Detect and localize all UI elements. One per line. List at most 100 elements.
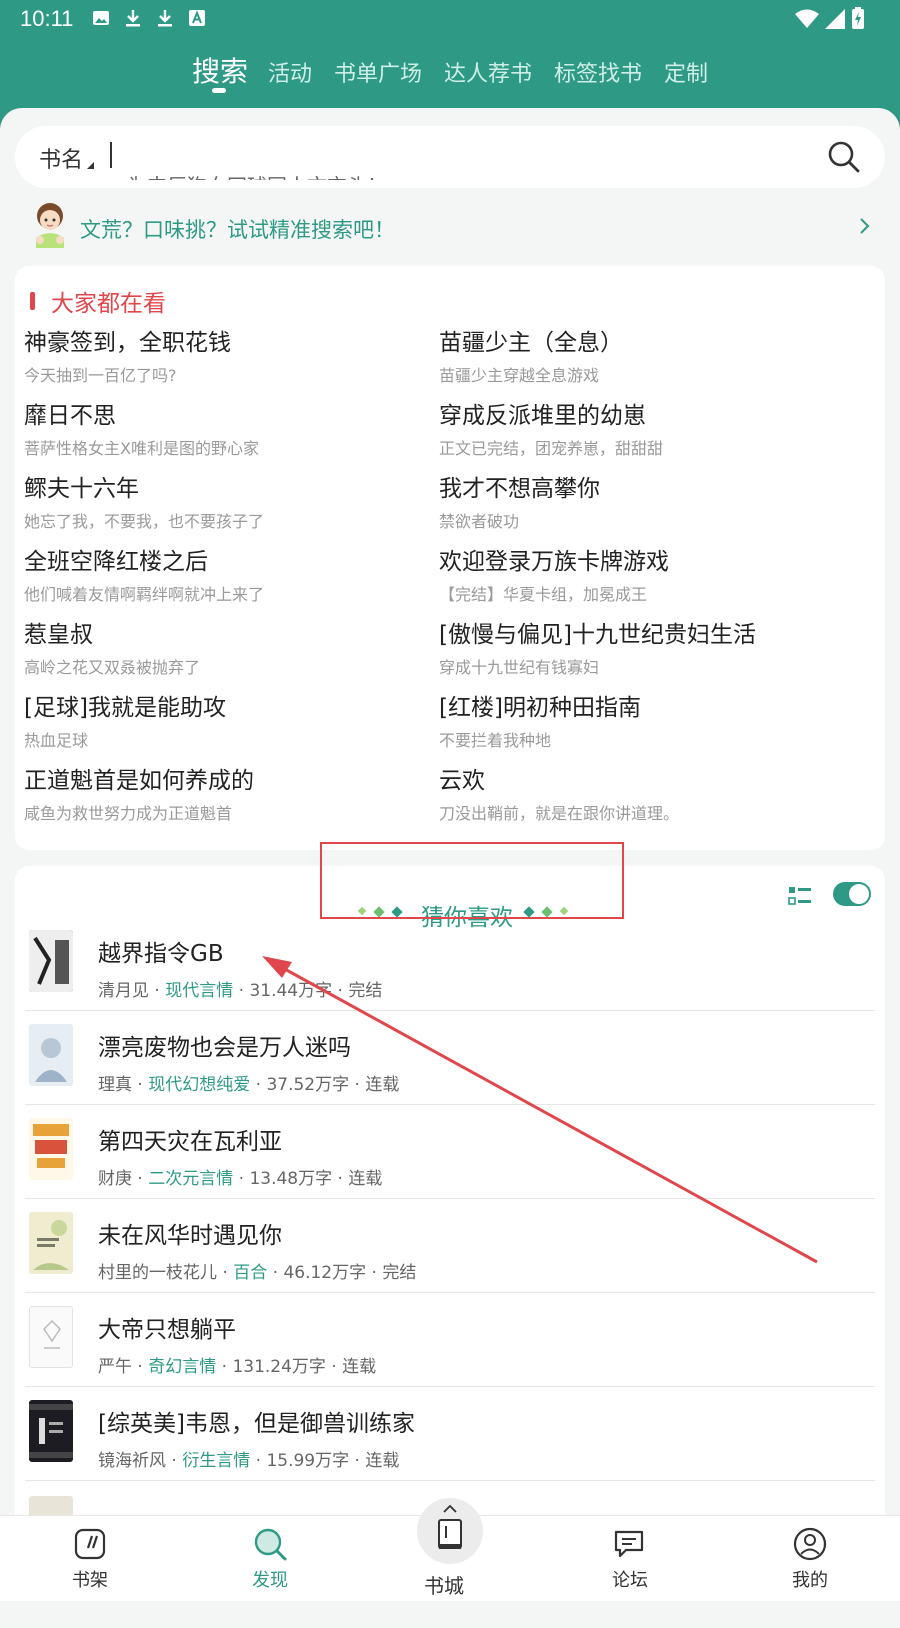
book-title: 未在风华时遇见你 <box>98 1223 282 1249</box>
book-meta: 村里的一枝花儿 · 百合 · 46.12万字 · 完结 <box>98 1263 417 1283</box>
book-status: 完结 <box>348 981 383 1001</box>
cover-art-icon <box>29 1118 73 1180</box>
discover-search-icon <box>254 1528 287 1561</box>
search-input[interactable]: 为丰巨狗血网球同人文交头！ <box>127 166 387 180</box>
precise-search-banner[interactable]: 文荒？口味挑？试试精准搜索吧！ <box>30 200 880 256</box>
text-cursor <box>110 142 112 168</box>
list-view-icon[interactable] <box>788 885 812 907</box>
book-genre[interactable]: 奇幻言情 <box>148 1357 216 1377</box>
tab-custom[interactable]: 定制 <box>664 56 708 88</box>
mascot-avatar-icon <box>36 203 64 248</box>
search-icon[interactable] <box>825 138 863 176</box>
search-category-select[interactable]: 书名 <box>39 142 83 174</box>
nav-bookstore-button[interactable] <box>417 1498 483 1564</box>
book-list-item[interactable]: [综英美]韦恩，但是御兽训练家 镜海祈风 · 衍生言情 · 15.99万字 · … <box>25 1386 875 1481</box>
popular-item-subtitle: 咸鱼为救世努力成为正道魁首 <box>24 804 233 823</box>
search-bar[interactable]: 书名 为丰巨狗血网球同人文交头！ <box>15 126 885 188</box>
tab-search[interactable]: 搜索 <box>192 50 248 90</box>
popular-item[interactable]: [傲慢与偏见]十九世纪贵妇生活 穿成十九世纪有钱寡妇 <box>439 620 849 684</box>
book-genre[interactable]: 衍生言情 <box>182 1451 250 1471</box>
popular-item[interactable]: 全班空降红楼之后他们喊着友情啊羁绊啊就冲上来了 <box>24 547 434 611</box>
popular-item[interactable]: [足球]我就是能助攻 热血足球 <box>24 693 434 757</box>
nav-bookshelf[interactable]: 书架 <box>45 1526 135 1598</box>
popular-item-title: [红楼]明初种田指南 <box>439 695 641 721</box>
tab-expert-recommend[interactable]: 达人荐书 <box>444 56 532 88</box>
book-genre[interactable]: 二次元言情 <box>148 1169 233 1189</box>
book-cover <box>29 1400 73 1462</box>
tab-activity[interactable]: 活动 <box>268 56 312 88</box>
popular-item[interactable]: 惹皇叔高岭之花又双叒被抛弃了 <box>24 620 434 684</box>
wifi-icon <box>795 9 819 28</box>
book-cover-partial <box>29 1496 73 1515</box>
popular-item[interactable]: 鳏夫十六年 她忘了我，不要我，也不要孩子了 <box>24 474 434 538</box>
popular-item-subtitle: 菩萨性格女主X唯利是图的野心家 <box>24 439 259 458</box>
popular-item-title: 正道魁首是如何养成的 <box>24 768 254 794</box>
tab-tag-search[interactable]: 标签找书 <box>554 56 642 88</box>
toggle-knob <box>849 884 869 904</box>
cover-art-icon <box>29 930 73 992</box>
book-list-item[interactable]: 第四天灾在瓦利亚 财庚 · 二次元言情 · 13.48万字 · 连载 <box>25 1104 875 1199</box>
gallery-icon <box>93 11 109 25</box>
popular-item-title: 惹皇叔 <box>24 622 93 648</box>
book-author: 村里的一枝花儿 <box>98 1263 217 1283</box>
popular-item[interactable]: [红楼]明初种田指南不要拦着我种地 <box>439 693 849 757</box>
book-title: 越界指令GB <box>98 941 224 967</box>
popular-item-title: 鳏夫十六年 <box>24 476 139 502</box>
battery-charging-icon <box>852 7 864 29</box>
book-list-item[interactable]: 未在风华时遇见你 村里的一枝花儿 · 百合 · 46.12万字 · 完结 <box>25 1198 875 1293</box>
cover-art-icon <box>29 1212 73 1274</box>
book-list-item[interactable]: 漂亮废物也会是万人迷吗 理真 · 现代幻想纯爱 · 37.52万字 · 连载 <box>25 1010 875 1105</box>
book-word-count: 37.52万字 <box>266 1075 350 1095</box>
nav-bookstore-label: 书城 <box>424 1574 464 1598</box>
nav-profile[interactable]: 我的 <box>765 1526 855 1598</box>
section-marker <box>30 292 35 310</box>
popular-item-title: 全班空降红楼之后 <box>24 549 208 575</box>
book-genre[interactable]: 现代幻想纯爱 <box>148 1075 250 1095</box>
layout-toggle-switch[interactable] <box>833 882 871 906</box>
popular-item[interactable]: 我才不想高攀你 禁欲者破功 <box>439 474 849 538</box>
popular-item-subtitle: 高岭之花又双叒被抛弃了 <box>24 658 201 677</box>
popular-item-subtitle: 今天抽到一百亿了吗? <box>24 366 177 385</box>
status-bar: 10:11 <box>0 0 900 38</box>
book-genre[interactable]: 百合 <box>233 1263 267 1283</box>
book-meta: 理真 · 现代幻想纯爱 · 37.52万字 · 连载 <box>98 1075 400 1095</box>
book-cover <box>29 1212 73 1274</box>
nav-discover[interactable]: 发现 <box>225 1526 315 1598</box>
chevron-up-icon <box>443 1504 457 1513</box>
book-genre[interactable]: 现代言情 <box>165 981 233 1001</box>
popular-item-title: 靡日不思 <box>24 403 116 429</box>
book-title: 漂亮废物也会是万人迷吗 <box>98 1035 351 1061</box>
book-cover <box>29 1118 73 1180</box>
popular-item[interactable]: 欢迎登录万族卡牌游戏 【完结】华夏卡组，加冕成王 <box>439 547 849 611</box>
popular-item[interactable]: 穿成反派堆里的幼崽 正文已完结，团宠养崽，甜甜甜 <box>439 401 849 465</box>
popular-section: 大家都在看 神豪签到，全职花钱 今天抽到一百亿了吗? 苗疆少主（全息） 苗疆少主穿越… <box>15 266 885 850</box>
nav-forum[interactable]: 论坛 <box>585 1526 675 1598</box>
book-title: [综英美]韦恩，但是御兽训练家 <box>98 1411 415 1437</box>
download-icon-2 <box>158 10 172 27</box>
popular-item[interactable]: 神豪签到，全职花钱 今天抽到一百亿了吗? <box>24 328 434 392</box>
popular-item-subtitle: 他们喊着友情啊羁绊啊就冲上来了 <box>24 585 265 604</box>
popular-section-title: 大家都在看 <box>51 291 166 317</box>
popular-item-subtitle: 热血足球 <box>24 731 89 750</box>
dropdown-triangle-icon <box>87 162 94 169</box>
book-meta: 清月见 · 现代言情 · 31.44万字 · 完结 <box>98 981 383 1001</box>
book-list-item[interactable]: 越界指令GB 清月见 · 现代言情 · 31.44万字 · 完结 <box>25 916 875 1011</box>
nav-label: 书架 <box>72 1570 108 1591</box>
chevron-right-icon <box>860 218 870 234</box>
popular-item-subtitle: 刀没出鞘前，就是在跟你讲道理。 <box>439 804 680 823</box>
book-list-item[interactable]: 大帝只想躺平 严午 · 奇幻言情 · 131.24万字 · 连载 <box>25 1292 875 1387</box>
nav-label: 发现 <box>252 1570 288 1591</box>
cover-art-icon <box>30 1307 72 1367</box>
popular-item-subtitle: 不要拦着我种地 <box>439 731 552 750</box>
cover-art-icon <box>29 1400 73 1462</box>
book-word-count: 46.12万字 <box>283 1263 367 1283</box>
popular-item[interactable]: 苗疆少主（全息） 苗疆少主穿越全息游戏 <box>439 328 849 392</box>
book-author: 严午 <box>98 1357 132 1377</box>
popular-item[interactable]: 靡日不思菩萨性格女主X唯利是图的野心家 <box>24 401 434 465</box>
cover-art-icon <box>29 1024 73 1086</box>
popular-item[interactable]: 正道魁首是如何养成的咸鱼为救世努力成为正道魁首 <box>24 766 434 830</box>
popular-item-title: 欢迎登录万族卡牌游戏 <box>439 549 669 575</box>
popular-item[interactable]: 云欢 刀没出鞘前，就是在跟你讲道理。 <box>439 766 849 830</box>
book-meta: 镜海祈风 · 衍生言情 · 15.99万字 · 连载 <box>98 1451 400 1471</box>
tab-booklist-plaza[interactable]: 书单广场 <box>334 56 422 88</box>
